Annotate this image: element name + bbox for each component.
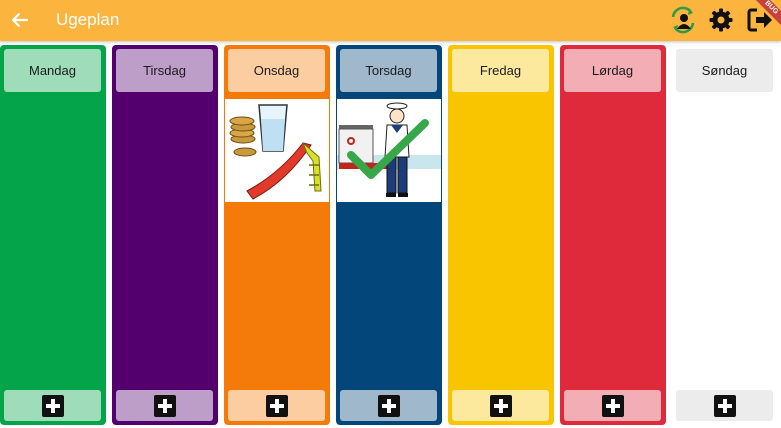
page-title: Ugeplan: [56, 10, 120, 29]
day-column-fredag: Fredag: [448, 45, 554, 425]
activity-card-onsdag[interactable]: [225, 99, 329, 202]
day-header-torsdag[interactable]: Torsdag: [340, 49, 437, 92]
add-activity-button-lordag[interactable]: [564, 390, 661, 421]
day-column-onsdag: Onsdag: [224, 45, 330, 425]
day-column-lordag: Lørdag: [560, 45, 666, 425]
plus-icon: [377, 394, 400, 417]
day-header-lordag[interactable]: Lørdag: [564, 49, 661, 92]
coins-icon: [229, 116, 257, 157]
glass-of-water-icon: [258, 104, 288, 152]
add-activity-button-torsdag[interactable]: [340, 390, 437, 421]
arrow-left-icon: [11, 12, 29, 28]
plus-icon: [713, 394, 736, 417]
app-bar: Ugeplan BUG: [0, 0, 781, 41]
day-header-mandag[interactable]: Mandag: [4, 49, 101, 92]
back-button[interactable]: [9, 9, 31, 31]
add-activity-button-onsdag[interactable]: [228, 390, 325, 421]
slide-icon: [246, 142, 322, 200]
activity-pictogram: [229, 104, 322, 200]
plus-icon: [153, 394, 176, 417]
day-header-sondag[interactable]: Søndag: [676, 49, 773, 92]
add-activity-button-mandag[interactable]: [4, 390, 101, 421]
activity-pictogram: [337, 99, 441, 202]
switch-user-icon: [671, 6, 695, 34]
plus-icon: [601, 394, 624, 417]
add-activity-button-fredag[interactable]: [452, 390, 549, 421]
gear-icon: [709, 8, 733, 32]
switch-user-button[interactable]: [668, 6, 698, 34]
activity-card-torsdag[interactable]: [337, 99, 441, 202]
plus-icon: [489, 394, 512, 417]
day-column-tirsdag: Tirsdag: [112, 45, 218, 425]
day-column-torsdag: Torsdag: [336, 45, 442, 425]
plus-icon: [41, 394, 64, 417]
day-header-fredag[interactable]: Fredag: [452, 49, 549, 92]
add-activity-button-sondag[interactable]: [676, 390, 773, 421]
settings-button[interactable]: [706, 6, 736, 34]
day-column-mandag: Mandag: [0, 45, 106, 425]
day-header-tirsdag[interactable]: Tirsdag: [116, 49, 213, 92]
add-activity-button-tirsdag[interactable]: [116, 390, 213, 421]
plus-icon: [265, 394, 288, 417]
day-column-sondag: Søndag: [672, 45, 778, 425]
day-header-onsdag[interactable]: Onsdag: [228, 49, 325, 92]
